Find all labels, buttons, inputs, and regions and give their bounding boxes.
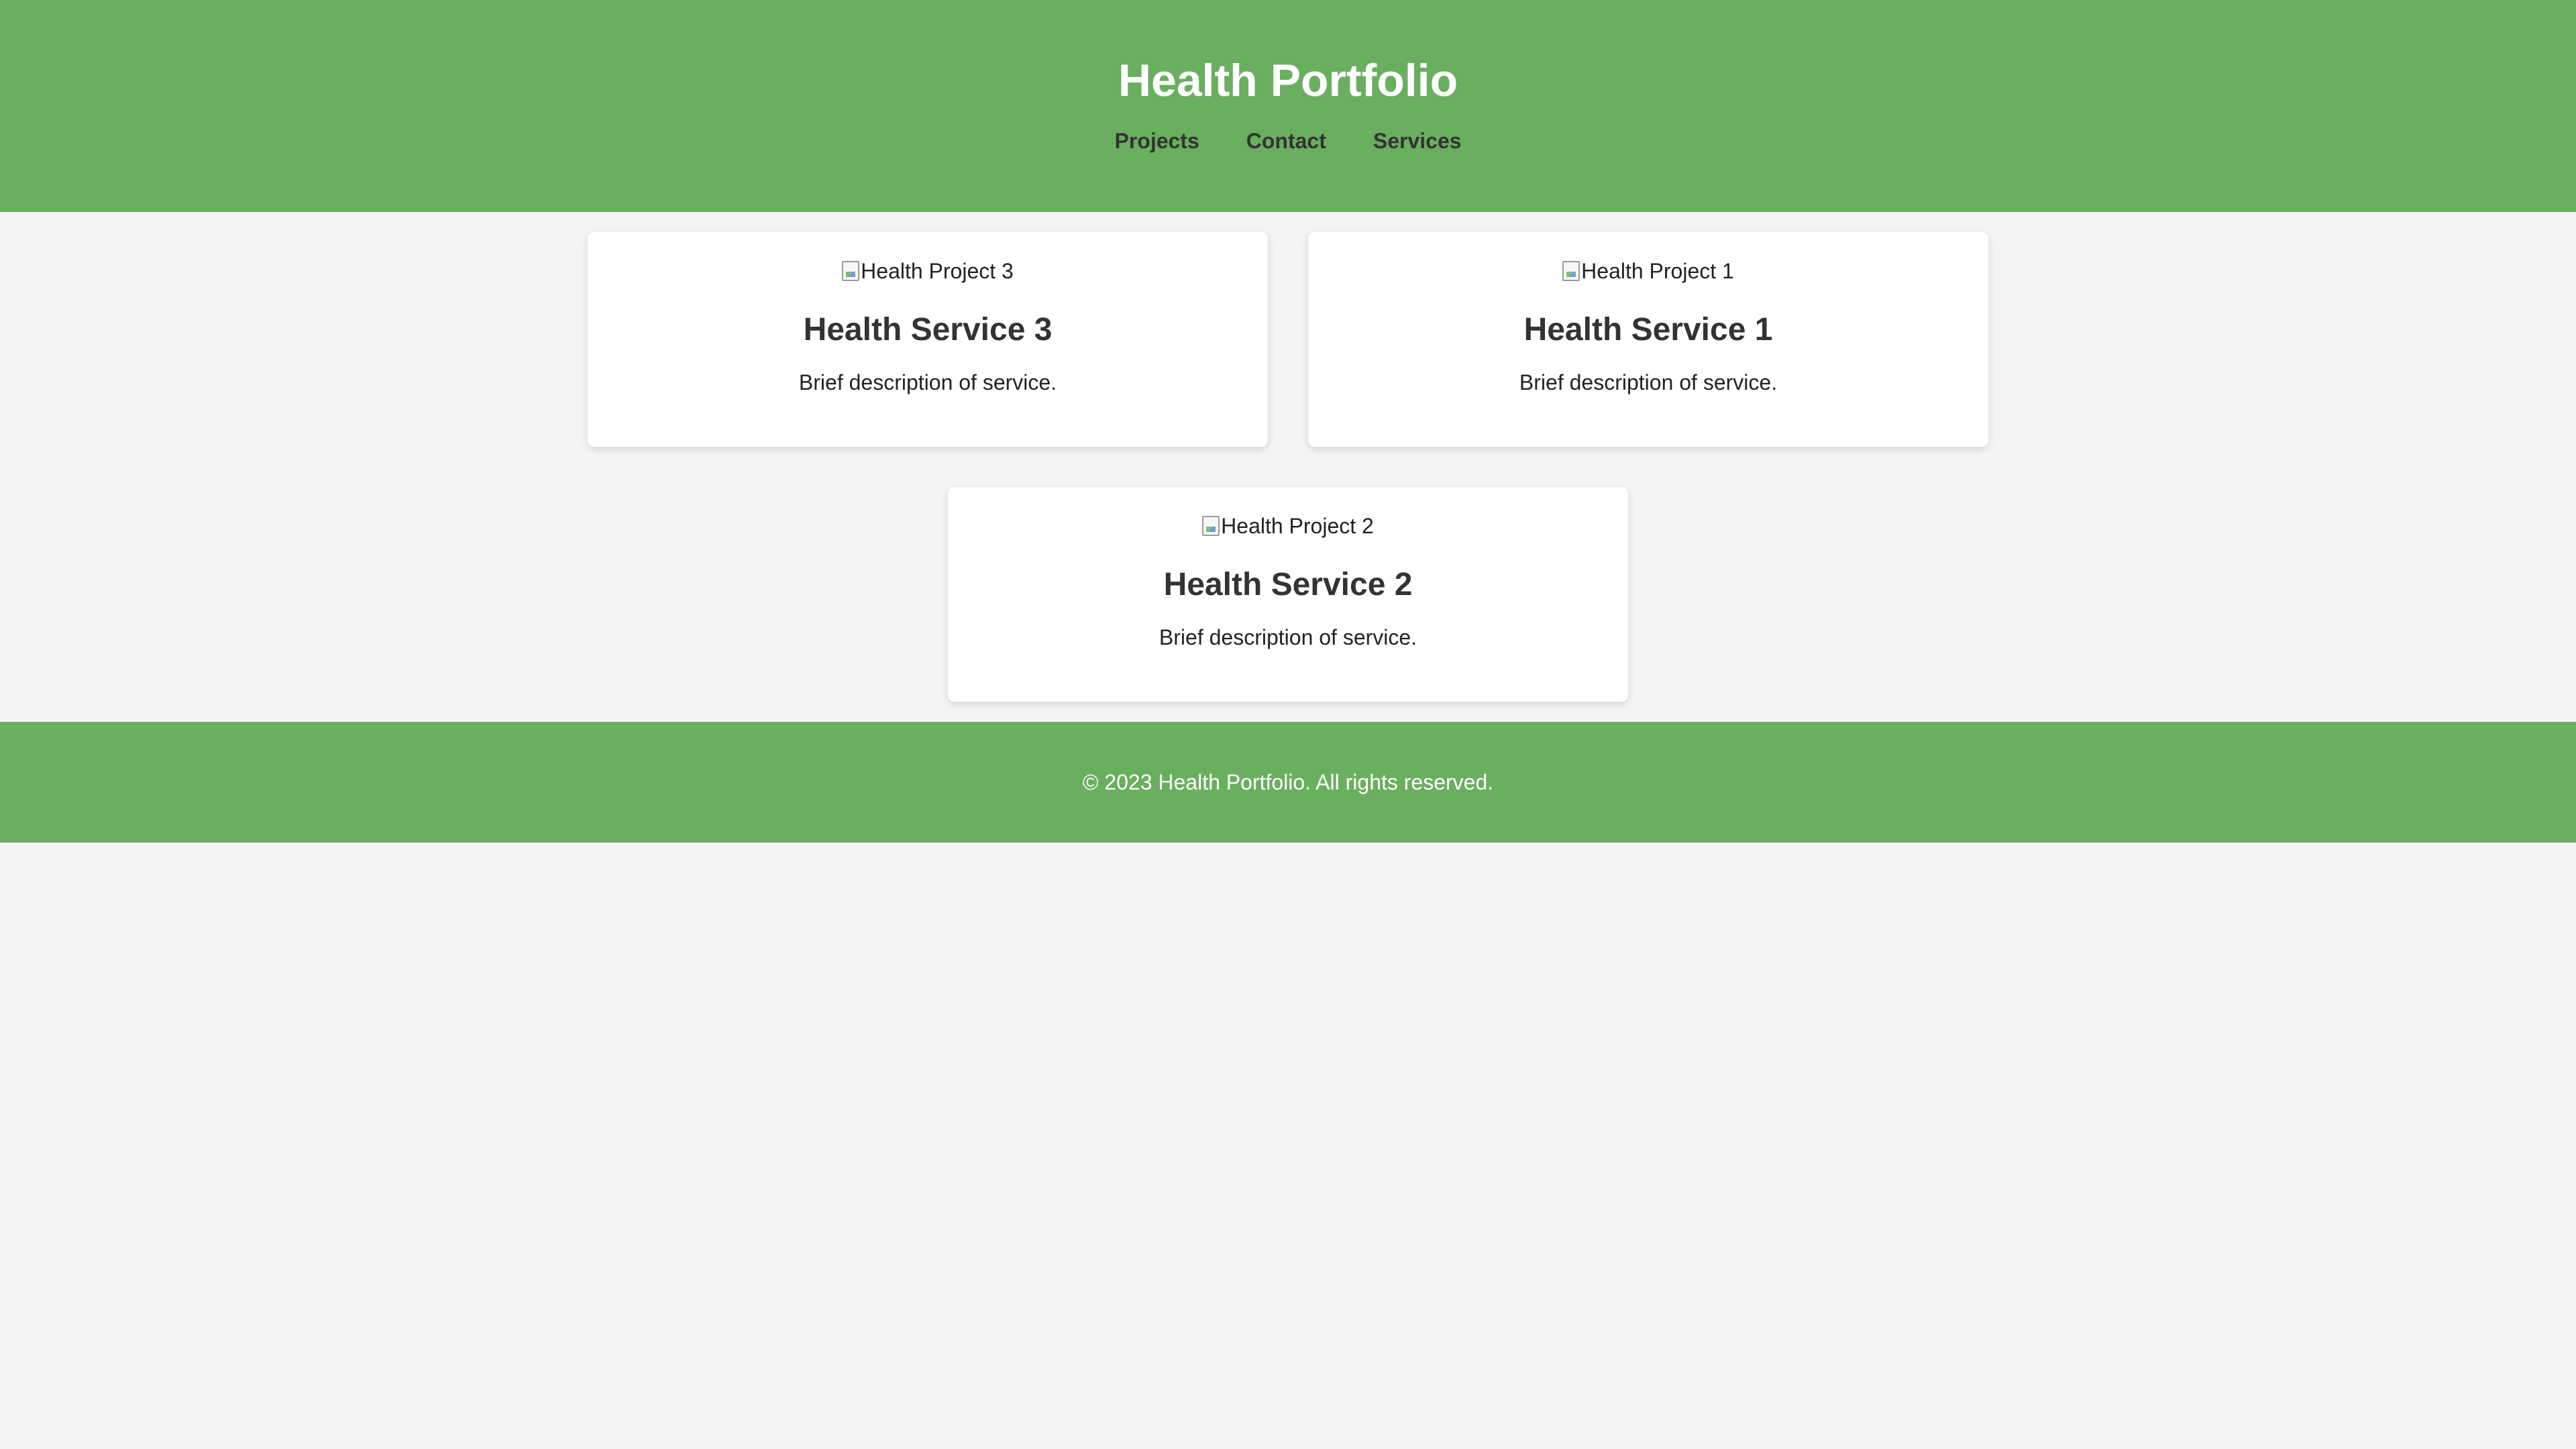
service-description: Brief description of service. [1519, 370, 1778, 394]
project-image-alt: Health Project 2 [1221, 514, 1374, 538]
copyright-text: © 2023 Health Portfolio. All rights rese… [1082, 770, 1494, 794]
services-grid: Health Project 3 Health Service 3 Brief … [584, 212, 1992, 722]
service-description: Brief description of service. [1159, 625, 1417, 649]
broken-image-icon [842, 261, 860, 281]
project-image: Health Project 3 [842, 258, 1014, 284]
nav-link-services[interactable]: Services [1373, 127, 1462, 154]
service-title: Health Service 3 [803, 312, 1053, 347]
service-title: Health Service 2 [1163, 567, 1413, 602]
project-image: Health Project 2 [1202, 513, 1374, 539]
nav-link-contact[interactable]: Contact [1246, 127, 1326, 154]
service-description: Brief description of service. [798, 370, 1057, 394]
broken-image-icon [1202, 516, 1220, 536]
project-image-alt: Health Project 3 [861, 259, 1014, 283]
project-image: Health Project 1 [1562, 258, 1734, 284]
main-nav: Projects Contact Services [0, 127, 2576, 154]
site-title: Health Portfolio [1118, 55, 1458, 106]
service-card: Health Project 1 Health Service 1 Brief … [1308, 232, 1988, 447]
service-card: Health Project 2 Health Service 2 Brief … [948, 487, 1628, 702]
service-card: Health Project 3 Health Service 3 Brief … [588, 232, 1268, 447]
nav-link-projects[interactable]: Projects [1114, 127, 1199, 154]
project-image-alt: Health Project 1 [1581, 259, 1734, 283]
site-footer: © 2023 Health Portfolio. All rights rese… [0, 722, 2576, 843]
broken-image-icon [1562, 261, 1580, 281]
site-header: Health Portfolio Projects Contact Servic… [0, 0, 2576, 212]
service-title: Health Service 1 [1523, 312, 1773, 347]
